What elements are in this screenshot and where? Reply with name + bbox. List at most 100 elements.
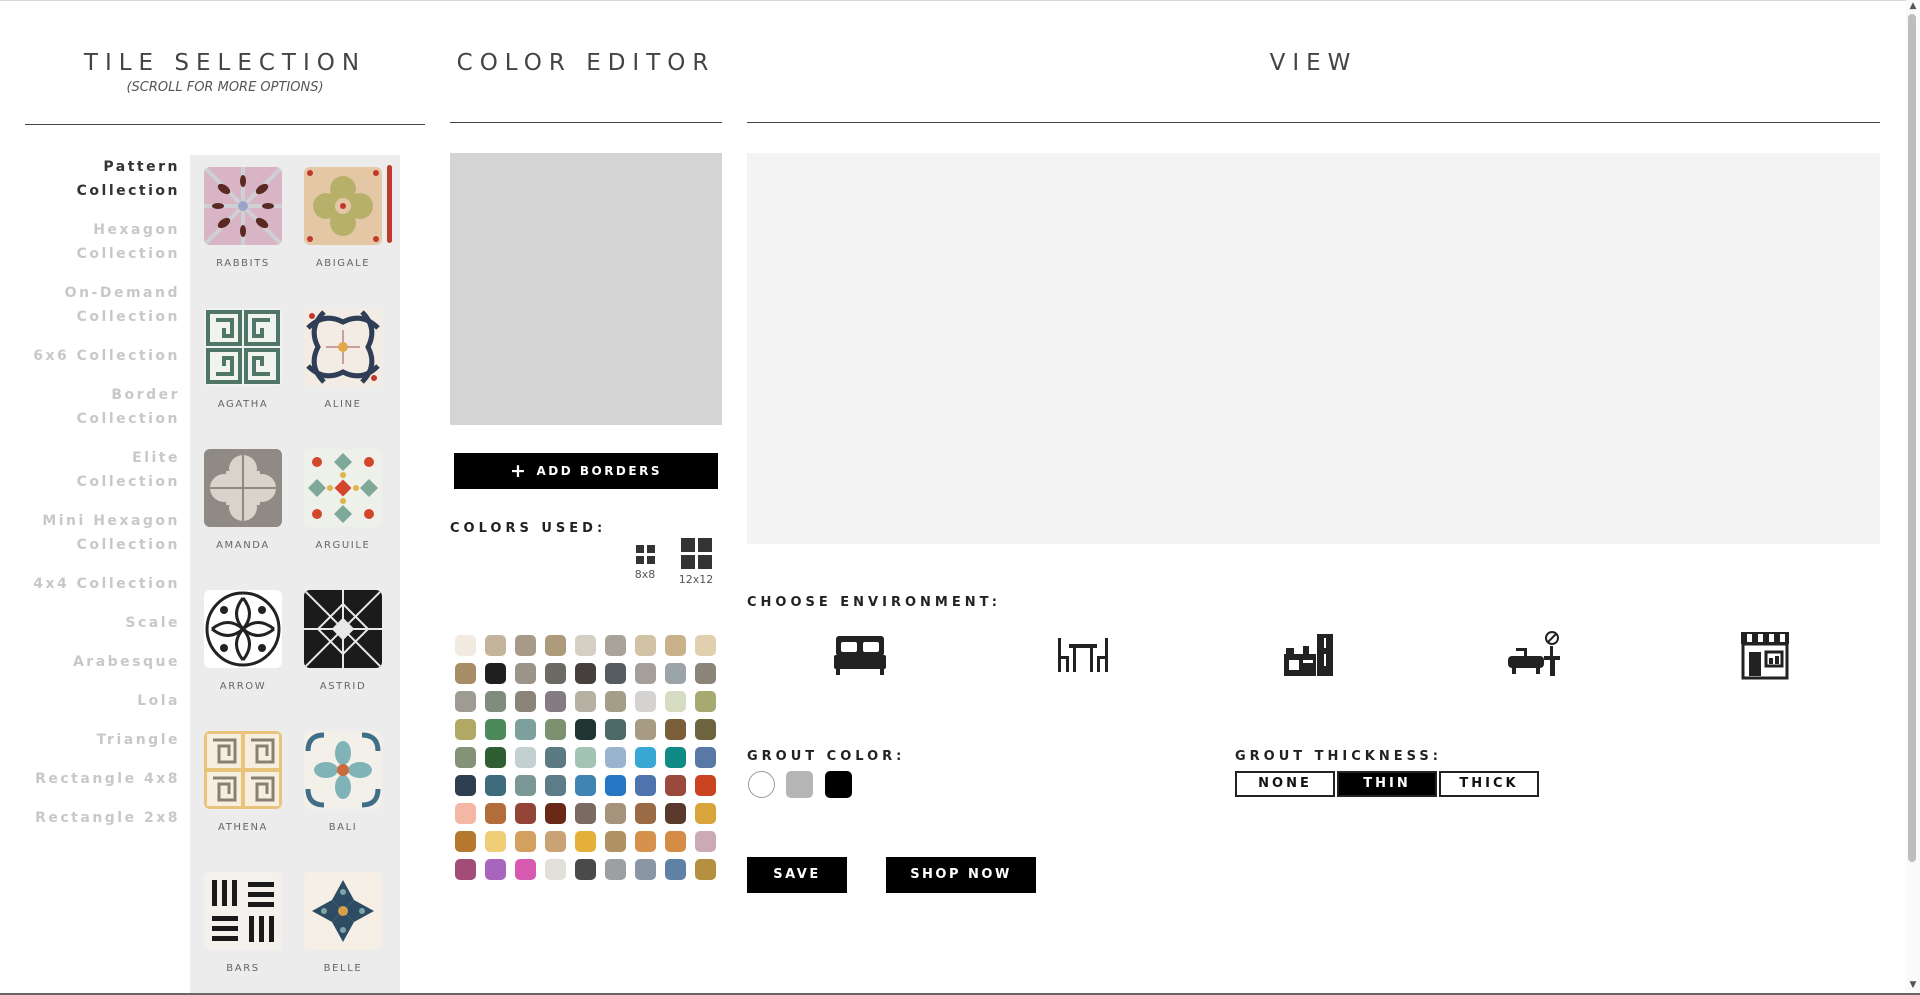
environment-bedroom-button[interactable] bbox=[832, 630, 888, 680]
color-swatch[interactable] bbox=[575, 831, 596, 852]
color-swatch[interactable] bbox=[545, 719, 566, 740]
collection-item[interactable]: Rectangle 4x8 bbox=[30, 767, 180, 791]
shop-now-button[interactable]: SHOP NOW bbox=[886, 857, 1036, 893]
color-swatch[interactable] bbox=[635, 691, 656, 712]
grout-color-black[interactable] bbox=[825, 771, 852, 798]
color-swatch[interactable] bbox=[485, 635, 506, 656]
color-swatch[interactable] bbox=[455, 859, 476, 880]
tile-rabbits[interactable]: RABBITS bbox=[204, 167, 282, 308]
color-swatch[interactable] bbox=[695, 803, 716, 824]
color-swatch[interactable] bbox=[605, 691, 626, 712]
color-swatch[interactable] bbox=[485, 663, 506, 684]
color-swatch[interactable] bbox=[545, 775, 566, 796]
tile-amanda[interactable]: AMANDA bbox=[204, 449, 282, 590]
color-swatch[interactable] bbox=[605, 719, 626, 740]
environment-kitchen-button[interactable] bbox=[1281, 630, 1337, 680]
color-swatch[interactable] bbox=[515, 775, 536, 796]
environment-dining-button[interactable] bbox=[1055, 630, 1111, 680]
color-swatch[interactable] bbox=[695, 663, 716, 684]
collection-item[interactable]: Border Collection bbox=[30, 383, 180, 431]
scroll-down-arrow-icon[interactable]: ▼ bbox=[1906, 980, 1920, 990]
tile-panel[interactable]: RABBITS ABIGALE AGATHA ALINE AMANDA ARGU… bbox=[190, 155, 400, 995]
color-swatch[interactable] bbox=[545, 747, 566, 768]
color-swatch[interactable] bbox=[695, 691, 716, 712]
color-swatch[interactable] bbox=[455, 663, 476, 684]
collection-item[interactable]: Arabesque bbox=[30, 650, 180, 674]
color-swatch[interactable] bbox=[485, 831, 506, 852]
color-swatch[interactable] bbox=[485, 719, 506, 740]
collection-item[interactable]: 6x6 Collection bbox=[30, 344, 180, 368]
color-swatch[interactable] bbox=[485, 747, 506, 768]
color-swatch[interactable] bbox=[605, 775, 626, 796]
color-swatch[interactable] bbox=[575, 803, 596, 824]
color-swatch[interactable] bbox=[575, 775, 596, 796]
color-swatch[interactable] bbox=[605, 803, 626, 824]
tile-agatha[interactable]: AGATHA bbox=[204, 308, 282, 449]
color-swatch[interactable] bbox=[545, 859, 566, 880]
collection-item[interactable]: 4x4 Collection bbox=[30, 572, 180, 596]
color-swatch[interactable] bbox=[515, 803, 536, 824]
color-swatch[interactable] bbox=[515, 719, 536, 740]
tile-belle[interactable]: BELLE bbox=[304, 872, 382, 995]
color-swatch[interactable] bbox=[665, 635, 686, 656]
color-swatch[interactable] bbox=[635, 635, 656, 656]
color-swatch[interactable] bbox=[695, 635, 716, 656]
color-swatch[interactable] bbox=[635, 663, 656, 684]
color-swatch[interactable] bbox=[695, 747, 716, 768]
color-swatch[interactable] bbox=[665, 691, 686, 712]
collection-item[interactable]: Lola bbox=[30, 689, 180, 713]
color-swatch[interactable] bbox=[485, 775, 506, 796]
color-swatch[interactable] bbox=[575, 691, 596, 712]
color-swatch[interactable] bbox=[635, 831, 656, 852]
color-swatch[interactable] bbox=[575, 859, 596, 880]
save-button[interactable]: SAVE bbox=[747, 857, 847, 893]
color-swatch[interactable] bbox=[635, 803, 656, 824]
color-swatch[interactable] bbox=[665, 747, 686, 768]
color-swatch[interactable] bbox=[455, 719, 476, 740]
grout-color-white[interactable] bbox=[748, 771, 775, 798]
color-swatch[interactable] bbox=[695, 775, 716, 796]
tile-athena[interactable]: ATHENA bbox=[204, 731, 282, 872]
size-8x8-button[interactable]: 8x8 bbox=[630, 545, 660, 581]
color-swatch[interactable] bbox=[605, 831, 626, 852]
color-swatch[interactable] bbox=[455, 831, 476, 852]
color-swatch[interactable] bbox=[575, 635, 596, 656]
collection-item[interactable]: Scale bbox=[30, 611, 180, 635]
grout-thickness-thick[interactable]: THICK bbox=[1439, 771, 1539, 797]
tile-astrid[interactable]: ASTRID bbox=[304, 590, 382, 731]
collection-item[interactable]: On-Demand Collection bbox=[30, 281, 180, 329]
grout-thickness-thin[interactable]: THIN bbox=[1337, 771, 1437, 797]
color-swatch[interactable] bbox=[545, 663, 566, 684]
color-swatch[interactable] bbox=[515, 831, 536, 852]
color-swatch[interactable] bbox=[455, 691, 476, 712]
color-swatch[interactable] bbox=[545, 691, 566, 712]
color-swatch[interactable] bbox=[695, 719, 716, 740]
grout-color-gray[interactable] bbox=[786, 771, 813, 798]
collection-item[interactable]: Triangle bbox=[30, 728, 180, 752]
color-swatch[interactable] bbox=[665, 803, 686, 824]
tile-bars[interactable]: BARS bbox=[204, 872, 282, 995]
color-swatch[interactable] bbox=[605, 747, 626, 768]
collection-item[interactable]: Elite Collection bbox=[30, 446, 180, 494]
color-swatch[interactable] bbox=[485, 691, 506, 712]
color-swatch[interactable] bbox=[515, 663, 536, 684]
color-swatch[interactable] bbox=[635, 719, 656, 740]
color-swatch[interactable] bbox=[455, 747, 476, 768]
color-swatch[interactable] bbox=[635, 859, 656, 880]
color-swatch[interactable] bbox=[545, 803, 566, 824]
tile-panel-scrollbar[interactable] bbox=[387, 165, 392, 243]
tile-aline[interactable]: ALINE bbox=[304, 308, 382, 449]
tile-bali[interactable]: BALI bbox=[304, 731, 382, 872]
environment-bathroom-button[interactable] bbox=[1506, 630, 1562, 680]
environment-storefront-button[interactable] bbox=[1737, 630, 1793, 680]
color-swatch[interactable] bbox=[455, 635, 476, 656]
color-swatch[interactable] bbox=[635, 775, 656, 796]
color-swatch[interactable] bbox=[515, 635, 536, 656]
scroll-up-arrow-icon[interactable]: ▲ bbox=[1906, 1, 1920, 11]
color-swatch[interactable] bbox=[545, 635, 566, 656]
color-swatch[interactable] bbox=[455, 803, 476, 824]
color-swatch[interactable] bbox=[515, 747, 536, 768]
color-swatch[interactable] bbox=[665, 831, 686, 852]
collection-item[interactable]: Pattern Collection bbox=[30, 155, 180, 203]
grout-thickness-none[interactable]: NONE bbox=[1235, 771, 1335, 797]
